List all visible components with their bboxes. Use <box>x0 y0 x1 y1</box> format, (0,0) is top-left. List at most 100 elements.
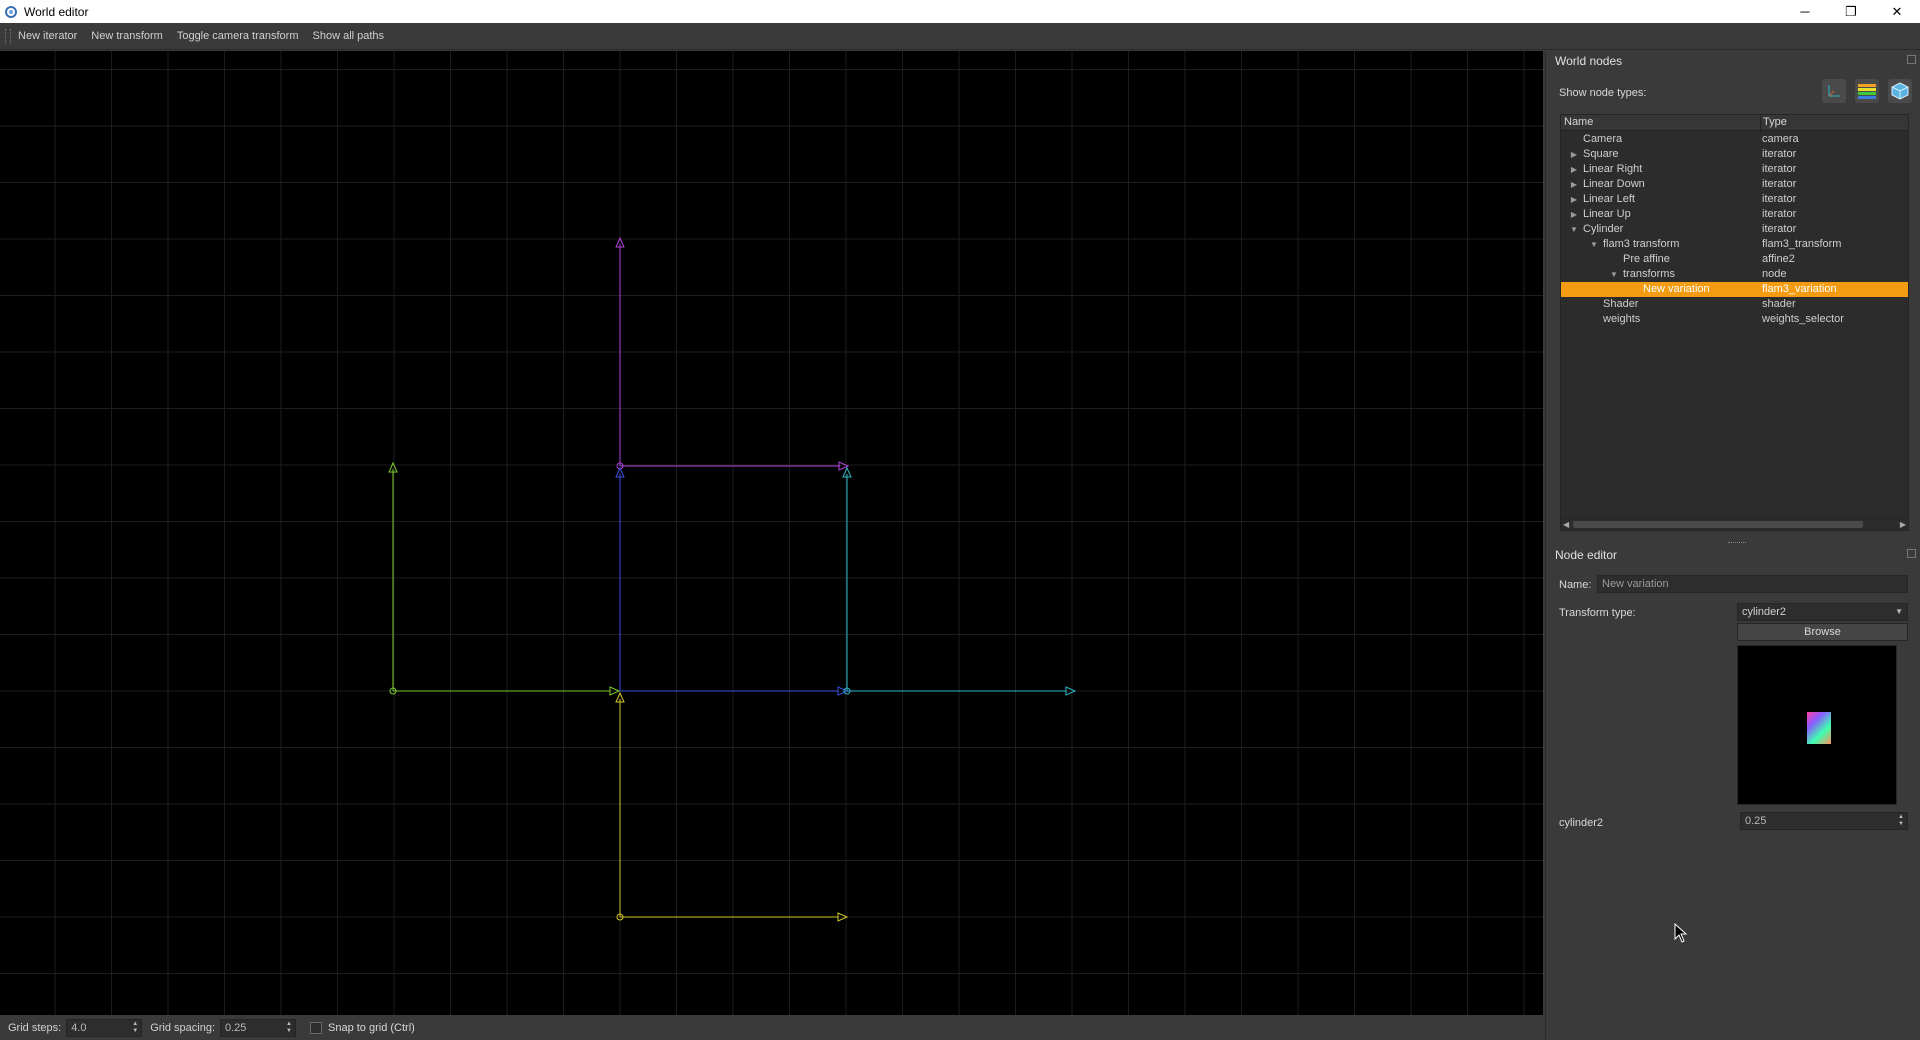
tree-row-type: shader <box>1762 298 1796 310</box>
tree-row[interactable]: ▶ Linear Up iterator <box>1561 207 1908 222</box>
window-title: World editor <box>24 4 89 19</box>
status-bar: Grid steps: 4.0 ▲ ▼ Grid spacing: 0.25 ▲ ▼… <box>0 1015 1545 1040</box>
tree-row-type: iterator <box>1762 178 1797 190</box>
minimize-button[interactable]: ─ <box>1782 0 1828 23</box>
spin-arrows-icon[interactable]: ▲ ▼ <box>129 1020 141 1036</box>
collapse-arrow-icon[interactable]: ▶ <box>1569 162 1579 177</box>
tree-row[interactable]: ▶ Linear Left iterator <box>1561 192 1908 207</box>
grid-lines <box>0 51 1543 1015</box>
world-nodes-tree[interactable]: Name Type Camera camera ▶ Square iterator ▶ Li… <box>1560 114 1909 531</box>
tree-row-name: Linear Right <box>1583 163 1643 175</box>
collapse-arrow-icon[interactable]: ▶ <box>1569 147 1579 162</box>
tree-row-name: New variation <box>1643 283 1710 295</box>
expand-arrow-icon[interactable]: ▼ <box>1569 222 1579 237</box>
tree-row-type: flam3_variation <box>1762 283 1837 295</box>
tree-row[interactable]: ▼ flam3 transform flam3_transform <box>1561 237 1908 252</box>
tree-header: Name Type <box>1561 115 1908 132</box>
path-linear-left[interactable] <box>388 461 621 696</box>
expand-arrow-icon[interactable]: ▼ <box>1589 237 1599 252</box>
tree-row-name: Pre affine <box>1623 253 1670 265</box>
float-dock-icon[interactable] <box>1907 549 1916 558</box>
grid-steps-value: 4.0 <box>71 1021 87 1034</box>
transform-axes-icon[interactable] <box>1822 79 1846 103</box>
toggle-camera-transform-button[interactable]: Toggle camera transform <box>170 30 306 42</box>
show-node-types-label: Show node types: <box>1559 87 1647 99</box>
tree-row[interactable]: weights weights_selector <box>1561 312 1908 327</box>
tree-row-type: weights_selector <box>1762 313 1844 325</box>
scroll-left-icon[interactable]: ◀ <box>1563 519 1569 530</box>
world-viewport[interactable] <box>0 51 1543 1015</box>
tree-rows: Camera camera ▶ Square iterator ▶ Linear Right… <box>1561 132 1908 327</box>
grid-spacing-spinbox[interactable]: 0.25 ▲ ▼ <box>220 1018 296 1037</box>
tree-row[interactable]: Pre affine affine2 <box>1561 252 1908 267</box>
tree-row-type: iterator <box>1762 208 1797 220</box>
collapse-arrow-icon[interactable]: ▶ <box>1569 177 1579 192</box>
collapse-arrow-icon[interactable]: ▶ <box>1569 192 1579 207</box>
window-controls: ─ ❐ ✕ <box>1782 0 1920 23</box>
grid-spacing-value: 0.25 <box>225 1021 247 1034</box>
collapse-arrow-icon[interactable]: ▶ <box>1569 207 1579 222</box>
browse-button[interactable]: Browse <box>1737 623 1908 641</box>
tree-row[interactable]: ▼ Cylinder iterator <box>1561 222 1908 237</box>
tree-row-name: Cylinder <box>1583 223 1624 235</box>
grid-spacing-label: Grid spacing: <box>150 1021 215 1034</box>
cube-icon[interactable] <box>1888 79 1912 103</box>
tree-row-type: flam3_transform <box>1762 238 1842 250</box>
spin-arrows-icon[interactable]: ▲ ▼ <box>283 1020 295 1036</box>
tree-row[interactable]: Camera camera <box>1561 132 1908 147</box>
tree-row[interactable]: ▶ Linear Right iterator <box>1561 162 1908 177</box>
tree-row-name: Shader <box>1603 298 1639 310</box>
tree-row[interactable]: ▶ Square iterator <box>1561 147 1908 162</box>
app-logo-icon <box>3 4 19 20</box>
tree-row-type: affine2 <box>1762 253 1795 265</box>
tree-row-name: flam3 transform <box>1603 238 1680 250</box>
title-bar: World editor ─ ❐ ✕ <box>0 0 1920 23</box>
scrollbar-thumb[interactable] <box>1573 521 1863 528</box>
variation-preview <box>1737 645 1897 805</box>
tree-row[interactable]: ▼ transforms node <box>1561 267 1908 282</box>
transform-type-select[interactable]: cylinder2 ▼ <box>1737 603 1908 621</box>
node-editor-title: Node editor <box>1555 548 1618 562</box>
float-dock-icon[interactable] <box>1907 55 1916 64</box>
new-transform-button[interactable]: New transform <box>84 30 170 42</box>
column-header-name[interactable]: Name <box>1564 116 1593 128</box>
expand-arrow-icon[interactable]: ▼ <box>1609 267 1619 282</box>
mouse-cursor-icon <box>1674 923 1688 943</box>
world-editor-window: World editor ─ ❐ ✕ New iterator New tran… <box>0 0 1920 1040</box>
tree-row-name: Camera <box>1583 133 1623 145</box>
preview-render <box>1807 712 1831 744</box>
path-square-blue[interactable] <box>615 466 849 696</box>
grid-steps-label: Grid steps: <box>8 1021 62 1034</box>
grid-steps-spinbox[interactable]: 4.0 ▲ ▼ <box>66 1018 143 1037</box>
toolbar: New iterator New transform Toggle camera… <box>0 23 1920 50</box>
dock-splitter[interactable] <box>1546 540 1920 546</box>
tree-row[interactable]: Shader shader <box>1561 297 1908 312</box>
tree-row-type: iterator <box>1762 163 1797 175</box>
tree-row-name: transforms <box>1623 268 1675 280</box>
color-bands-icon[interactable] <box>1855 79 1879 103</box>
horizontal-scrollbar[interactable]: ◀ ▶ <box>1561 518 1908 530</box>
tree-row-name: Linear Up <box>1583 208 1631 220</box>
tree-row[interactable]: ▶ Linear Down iterator <box>1561 177 1908 192</box>
tree-row-type: iterator <box>1762 223 1797 235</box>
tree-row[interactable]: New variation flam3_variation <box>1561 282 1908 297</box>
name-input[interactable]: New variation <box>1597 575 1908 593</box>
tree-row-name: Square <box>1583 148 1619 160</box>
param-spinbox[interactable]: 0.25 ▲ ▼ <box>1740 812 1908 830</box>
snap-to-grid-checkbox[interactable] <box>310 1021 322 1034</box>
show-all-paths-button[interactable]: Show all paths <box>306 30 392 42</box>
tree-row-name: Linear Left <box>1583 193 1635 205</box>
column-header-type[interactable]: Type <box>1760 116 1787 132</box>
new-iterator-button[interactable]: New iterator <box>11 30 84 42</box>
transform-type-label: Transform type: <box>1559 607 1636 619</box>
scroll-right-icon[interactable]: ▶ <box>1900 519 1906 530</box>
path-linear-down[interactable] <box>615 691 849 922</box>
viewport-canvas[interactable] <box>0 51 1543 1015</box>
tree-row-type: camera <box>1762 133 1799 145</box>
close-button[interactable]: ✕ <box>1874 0 1920 23</box>
param-value: 0.25 <box>1745 815 1767 827</box>
param-label: cylinder2 <box>1559 817 1604 829</box>
tree-row-name: Linear Down <box>1583 178 1645 190</box>
restore-button[interactable]: ❐ <box>1828 0 1874 23</box>
spin-arrows-icon[interactable]: ▲ ▼ <box>1895 813 1907 829</box>
